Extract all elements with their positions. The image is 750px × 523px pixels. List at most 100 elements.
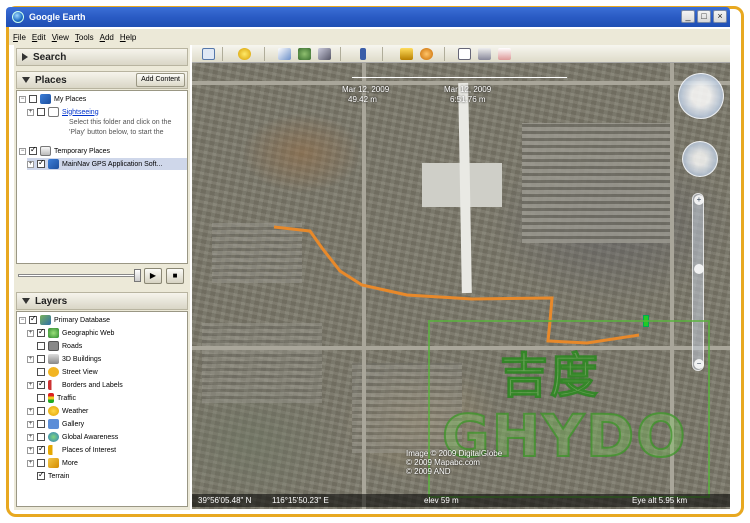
- planets-icon[interactable]: [420, 48, 433, 60]
- menu-help[interactable]: Help: [120, 33, 136, 42]
- expand-toggle[interactable]: +: [27, 459, 34, 467]
- checkbox[interactable]: [37, 394, 45, 402]
- left-panel: Search Places Add Content − My Places + …: [14, 45, 190, 510]
- tree-item-sightseeing[interactable]: + Sightseeing: [27, 106, 99, 118]
- layer-more[interactable]: + More: [27, 457, 78, 469]
- checkbox[interactable]: [37, 108, 45, 116]
- places-panel-header[interactable]: Places Add Content: [16, 71, 188, 89]
- expand-arrow-icon: [22, 298, 30, 304]
- map-view[interactable]: Mar 12, 2009 49.42 m Mar 12, 2009 6:51.7…: [192, 63, 730, 509]
- add-content-button[interactable]: Add Content: [136, 73, 185, 87]
- menu-edit[interactable]: Edit: [32, 33, 46, 42]
- layer-global-awareness[interactable]: + Global Awareness: [27, 431, 118, 443]
- toolbar-separator: [382, 47, 383, 61]
- expand-toggle[interactable]: +: [27, 407, 34, 415]
- expand-toggle[interactable]: +: [27, 160, 34, 168]
- layer-street-view[interactable]: Street View: [27, 366, 98, 378]
- placemark-icon[interactable]: [238, 48, 251, 60]
- layer-terrain[interactable]: Terrain: [27, 470, 69, 482]
- checkbox[interactable]: [37, 368, 45, 376]
- collapse-toggle[interactable]: −: [19, 316, 26, 324]
- checkbox[interactable]: [37, 407, 45, 415]
- checkbox[interactable]: [37, 470, 45, 480]
- checkbox[interactable]: [37, 444, 45, 454]
- layer-3d-buildings[interactable]: + 3D Buildings: [27, 353, 101, 365]
- ruler-a-date: Mar 12, 2009: [342, 85, 390, 94]
- menu-view[interactable]: View: [52, 33, 69, 42]
- checkbox[interactable]: [37, 459, 45, 467]
- image-overlay-icon[interactable]: [318, 48, 331, 60]
- layer-primary-database[interactable]: − Primary Database: [19, 314, 110, 326]
- layer-borders-and-labels[interactable]: + Borders and Labels: [27, 379, 123, 391]
- google-maps-icon[interactable]: [498, 48, 511, 60]
- ruler-icon[interactable]: [360, 48, 366, 60]
- expand-toggle[interactable]: +: [27, 355, 34, 363]
- checkbox[interactable]: [37, 379, 45, 389]
- expand-toggle[interactable]: +: [27, 433, 34, 441]
- tour-slider[interactable]: [18, 274, 138, 277]
- pegman-icon: [48, 367, 59, 377]
- maximize-button[interactable]: □: [697, 10, 711, 23]
- tree-item-temporary-places[interactable]: − Temporary Places: [19, 145, 110, 157]
- path-icon[interactable]: [298, 48, 311, 60]
- checkbox[interactable]: [29, 95, 37, 103]
- polygon-icon[interactable]: [278, 48, 291, 60]
- checkbox[interactable]: [37, 158, 45, 168]
- minimize-button[interactable]: _: [681, 10, 695, 23]
- menu-file[interactable]: File: [13, 33, 26, 42]
- close-button[interactable]: ×: [713, 10, 727, 23]
- look-navigation-control[interactable]: [678, 73, 724, 119]
- checkbox[interactable]: [37, 342, 45, 350]
- expand-toggle[interactable]: +: [27, 446, 34, 454]
- zoom-slider-thumb[interactable]: [694, 264, 704, 274]
- checkbox[interactable]: [37, 355, 45, 363]
- menu-add[interactable]: Add: [100, 33, 114, 42]
- stop-button[interactable]: ■: [166, 268, 184, 284]
- tree-item-my-places[interactable]: − My Places: [19, 93, 86, 105]
- expand-toggle[interactable]: +: [27, 420, 34, 428]
- sidebar-toggle-icon[interactable]: [202, 48, 215, 60]
- toolbar-separator: [264, 47, 265, 61]
- collapse-toggle[interactable]: −: [19, 95, 26, 103]
- checkbox[interactable]: [29, 145, 37, 155]
- more-folder-icon: [48, 458, 59, 468]
- menu-tools[interactable]: Tools: [75, 33, 94, 42]
- copyright-line: © 2009 AND: [406, 467, 451, 476]
- expand-arrow-icon: [22, 77, 30, 83]
- sunlight-icon[interactable]: [400, 48, 413, 60]
- menu-bar: File Edit View Tools Add Help: [9, 29, 730, 45]
- layer-places-of-interest[interactable]: + Places of Interest: [27, 444, 116, 456]
- ruler-a-alt: 49.42 m: [348, 95, 377, 104]
- expand-toggle[interactable]: +: [27, 329, 34, 337]
- search-panel-header[interactable]: Search: [16, 48, 188, 66]
- layers-panel-header[interactable]: Layers: [16, 292, 188, 310]
- email-icon[interactable]: [458, 48, 471, 60]
- checkbox[interactable]: [29, 314, 37, 324]
- collapse-toggle[interactable]: −: [19, 147, 26, 155]
- search-panel-label: Search: [33, 51, 67, 63]
- roads-icon: [48, 341, 59, 351]
- layer-label: Street View: [62, 368, 98, 376]
- zoom-in-icon[interactable]: +: [694, 195, 704, 205]
- watermark-chinese: 吉度: [499, 348, 601, 405]
- print-icon[interactable]: [478, 48, 491, 60]
- layer-label: 3D Buildings: [62, 355, 102, 363]
- layer-geographic-web[interactable]: + Geographic Web: [27, 327, 114, 339]
- places-panel-label: Places: [35, 74, 67, 86]
- checkbox[interactable]: [37, 327, 45, 337]
- tree-label: MainNav GPS Application Soft...: [62, 160, 163, 168]
- tour-slider-thumb[interactable]: [134, 269, 141, 282]
- layer-weather[interactable]: + Weather: [27, 405, 88, 417]
- expand-toggle[interactable]: +: [27, 108, 34, 116]
- checkbox[interactable]: [37, 420, 45, 428]
- layer-traffic[interactable]: Traffic: [27, 392, 76, 404]
- globe-folder-icon: [40, 94, 51, 104]
- move-navigation-control[interactable]: [682, 141, 718, 177]
- layer-gallery[interactable]: + Gallery: [27, 418, 84, 430]
- layer-roads[interactable]: Roads: [27, 340, 82, 352]
- checkbox[interactable]: [37, 433, 45, 441]
- expand-toggle[interactable]: +: [27, 381, 34, 389]
- tree-label[interactable]: Sightseeing: [62, 109, 99, 116]
- tree-item-mainnav[interactable]: + MainNav GPS Application Soft...: [27, 158, 187, 170]
- play-button[interactable]: ▶: [144, 268, 162, 284]
